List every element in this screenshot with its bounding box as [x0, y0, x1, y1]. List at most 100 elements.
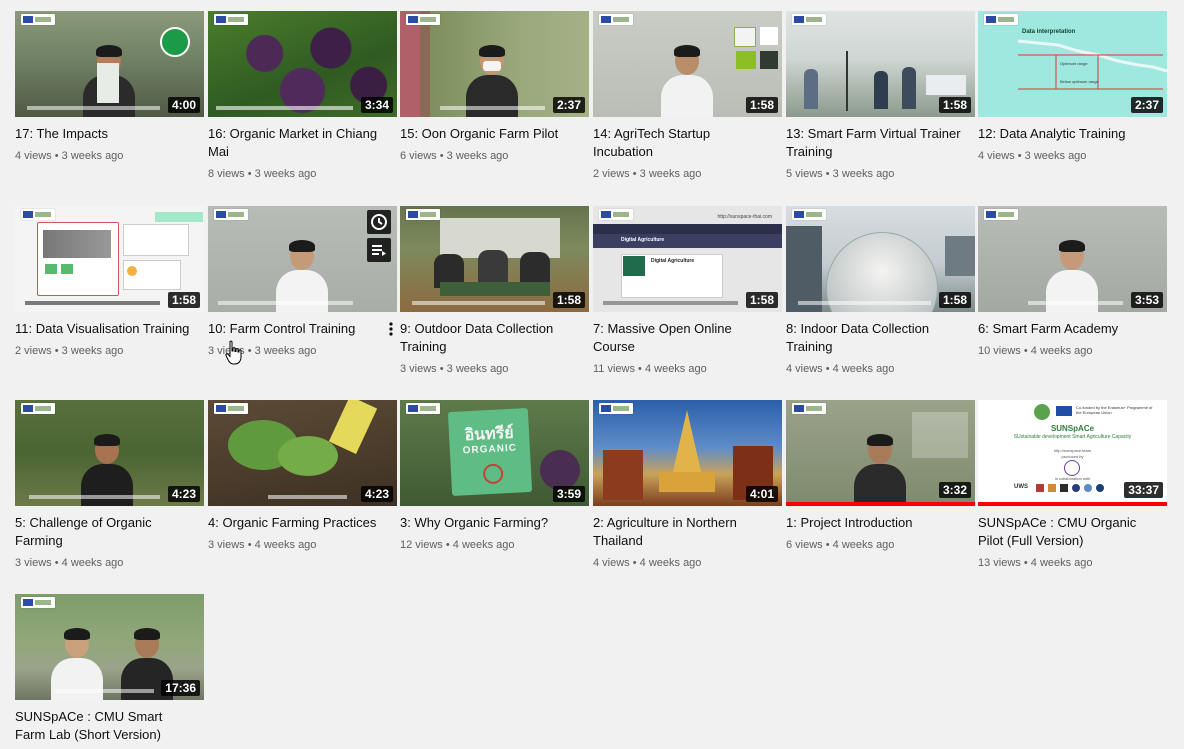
video-card[interactable]: 4:23 5: Challenge of Organic Farming 3 v… [15, 400, 205, 570]
video-thumbnail[interactable]: Co-funded by the Erasmus+ Programme of t… [978, 400, 1167, 506]
published-time: 4 weeks ago [644, 363, 707, 375]
video-duration: 2:37 [552, 97, 585, 113]
video-thumbnail[interactable]: 4:23 [208, 400, 397, 506]
poster-title: SUNSpACe [1050, 424, 1095, 433]
cmu-logo [1064, 460, 1080, 476]
poster-url: http://sunspace.team [1053, 448, 1092, 453]
video-duration: 3:32 [938, 482, 971, 498]
video-thumbnail[interactable]: http://sunspace-thai.com Digital Agricul… [593, 206, 782, 312]
eu-logo [21, 403, 55, 414]
video-thumbnail[interactable]: 1:58 [15, 206, 204, 312]
video-card[interactable]: 1:58 13: Smart Farm Virtual Trainer Trai… [786, 11, 976, 181]
video-thumbnail[interactable]: 4:00 [15, 11, 204, 117]
video-meta: 3 views • 3 weeks ago [400, 363, 509, 375]
view-count: 3 views [208, 539, 245, 551]
video-title[interactable]: 13: Smart Farm Virtual Trainer Training [786, 125, 966, 161]
video-card[interactable]: Co-funded by the Erasmus+ Programme of t… [978, 400, 1168, 570]
video-title[interactable]: 12: Data Analytic Training [978, 125, 1158, 143]
video-card[interactable]: 1:58 11: Data Visualisation Training 2 v… [15, 206, 205, 358]
video-title[interactable]: 6: Smart Farm Academy [978, 320, 1158, 338]
video-meta: 3 views • 4 weeks ago [15, 557, 124, 569]
site-heading: Digital Agriculture [621, 237, 665, 243]
eu-logo [984, 209, 1018, 220]
published-time: 3 weeks ago [61, 345, 124, 357]
video-card[interactable]: 4:00 17: The Impacts 4 views • 3 weeks a… [15, 11, 205, 163]
video-title[interactable]: 1: Project Introduction [786, 514, 966, 532]
video-title[interactable]: 8: Indoor Data Collection Training [786, 320, 966, 356]
video-card-hovered[interactable]: 10: Farm Control Training 3 views • 3 we… [208, 206, 398, 358]
video-meta: 5 views • 3 weeks ago [786, 168, 895, 180]
video-card[interactable]: 4:01 2: Agriculture in Northern Thailand… [593, 400, 783, 570]
view-count: 2 views [593, 168, 630, 180]
video-card[interactable]: 1:58 9: Outdoor Data Collection Training… [400, 206, 590, 376]
clock-icon[interactable] [367, 210, 391, 234]
video-thumbnail[interactable]: 1:58 [786, 206, 975, 312]
video-meta: 10 views • 4 weeks ago [978, 345, 1093, 357]
playlist-add-icon[interactable] [367, 238, 391, 262]
video-title[interactable]: 11: Data Visualisation Training [15, 320, 195, 338]
video-title[interactable]: 4: Organic Farming Practices [208, 514, 388, 532]
video-meta: 3 views • 3 weeks ago [208, 345, 317, 357]
video-thumbnail[interactable]: 3:34 [208, 11, 397, 117]
published-time: 3 weeks ago [639, 168, 702, 180]
video-title[interactable]: SUNSpACe : CMU Organic Pilot (Full Versi… [978, 514, 1158, 550]
video-card[interactable]: 4:23 4: Organic Farming Practices 3 view… [208, 400, 398, 552]
video-thumbnail[interactable]: 1:58 [786, 11, 975, 117]
collab-text: in collaboration with [1054, 476, 1091, 481]
video-card[interactable]: 3:34 16: Organic Market in Chiang Mai 8 … [208, 11, 398, 181]
video-meta: 6 views • 4 weeks ago [786, 539, 895, 551]
video-card[interactable]: 1:58 14: AgriTech Startup Incubation 2 v… [593, 11, 783, 181]
video-title[interactable]: 9: Outdoor Data Collection Training [400, 320, 580, 356]
video-title[interactable]: 5: Challenge of Organic Farming [15, 514, 195, 550]
eu-logo [984, 14, 1018, 25]
video-thumbnail[interactable]: 1:58 [593, 11, 782, 117]
video-card[interactable]: 3:53 6: Smart Farm Academy 10 views • 4 … [978, 206, 1168, 358]
video-thumbnail[interactable]: 2:37 [400, 11, 589, 117]
cofunded-text: Co-funded by the Erasmus+ Programme of t… [1076, 405, 1153, 415]
course-name: Digital Agriculture [651, 258, 695, 264]
video-card[interactable]: 1:58 8: Indoor Data Collection Training … [786, 206, 976, 376]
video-meta: 13 views • 4 weeks ago [978, 557, 1093, 569]
video-thumbnail[interactable]: 4:23 [15, 400, 204, 506]
video-title[interactable]: 15: Oon Organic Farm Pilot [400, 125, 580, 143]
video-duration: 1:58 [167, 292, 200, 308]
dlg-logo [160, 27, 190, 57]
video-thumbnail[interactable]: 3:32 [786, 400, 975, 506]
video-card[interactable]: http://sunspace-thai.com Digital Agricul… [593, 206, 783, 376]
eu-logo [214, 209, 248, 220]
eu-logo [792, 209, 826, 220]
video-thumbnail[interactable]: อินทรีย์ ORGANIC 3:59 [400, 400, 589, 506]
view-count: 4 views [15, 150, 52, 162]
video-thumbnail[interactable]: 3:53 [978, 206, 1167, 312]
video-title[interactable]: 10: Farm Control Training [208, 320, 388, 338]
video-duration: 1:58 [745, 292, 778, 308]
view-count: 3 views [400, 363, 437, 375]
video-title[interactable]: 16: Organic Market in Chiang Mai [208, 125, 388, 161]
chart-label: Optimum range [1060, 61, 1088, 66]
more-vert-icon[interactable] [384, 320, 398, 338]
partner-logo: UWS [1014, 484, 1028, 490]
eu-logo [406, 403, 440, 414]
video-card[interactable]: อินทรีย์ ORGANIC 3:59 3: Why Organic Far… [400, 400, 590, 552]
view-count: 6 views [786, 539, 823, 551]
video-title[interactable]: SUNSpACe : CMU Smart Farm Lab (Short Ver… [15, 708, 195, 744]
video-thumbnail[interactable]: 1:58 [400, 206, 589, 312]
video-title[interactable]: 7: Massive Open Online Course [593, 320, 773, 356]
video-card[interactable]: 17:36 SUNSpACe : CMU Smart Farm Lab (Sho… [15, 594, 205, 744]
video-title[interactable]: 14: AgriTech Startup Incubation [593, 125, 773, 161]
video-card[interactable]: 2:37 15: Oon Organic Farm Pilot 6 views … [400, 11, 590, 163]
video-title[interactable]: 2: Agriculture in Northern Thailand [593, 514, 773, 550]
video-thumbnail[interactable] [208, 206, 397, 312]
video-card[interactable]: Data interpretation Optimum range Below … [978, 11, 1168, 163]
prohibited-icon [482, 463, 504, 485]
eu-logo [406, 14, 440, 25]
video-thumbnail[interactable]: Data interpretation Optimum range Below … [978, 11, 1167, 117]
video-title[interactable]: 17: The Impacts [15, 125, 195, 143]
view-count: 6 views [400, 150, 437, 162]
eu-logo [792, 403, 826, 414]
video-thumbnail[interactable]: 17:36 [15, 594, 204, 700]
video-card[interactable]: 3:32 1: Project Introduction 6 views • 4… [786, 400, 976, 552]
video-thumbnail[interactable]: 4:01 [593, 400, 782, 506]
video-title[interactable]: 3: Why Organic Farming? [400, 514, 580, 532]
logo [734, 27, 756, 47]
